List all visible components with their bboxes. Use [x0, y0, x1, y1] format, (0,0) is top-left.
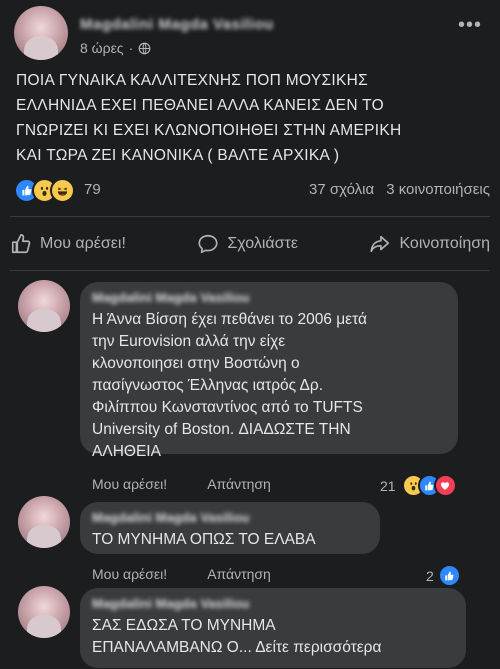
- comment-text-line[interactable]: ΕΠΑΝΑΛΑΜΒΑΝΩ Ο... Δείτε περισσότερα: [92, 637, 454, 659]
- comment-button[interactable]: Σχολιάστε: [197, 226, 298, 262]
- comment-reaction-count: 21: [380, 477, 396, 494]
- post-action-bar: Μου αρέσει! Σχολιάστε Κοινοποίηση: [0, 226, 500, 262]
- haha-reaction-icon: [50, 178, 75, 203]
- comment-bubble-icon: [198, 234, 218, 254]
- comment-text-line: κλονοποιησει στην Βοστώνη ο: [92, 355, 300, 372]
- post-meta: 8 ώρες ·: [80, 40, 151, 56]
- comment-text-line: πασίγνωστος Έλληνας ιατρός Δρ.: [92, 377, 324, 394]
- avatar[interactable]: [18, 586, 70, 638]
- comment-bubble: Magdalini Magda Vasiliou ΣΑΣ ΕΔΩΣΑ ΤΟ ΜΥ…: [80, 588, 466, 668]
- share-button[interactable]: Κοινοποίηση: [369, 226, 490, 262]
- like-button-label: Μου αρέσει!: [40, 235, 126, 252]
- share-button-label: Κοινοποίηση: [399, 235, 490, 252]
- like-button[interactable]: Μου αρέσει!: [10, 226, 126, 262]
- comment-bubble: Magdalini Magda Vasiliou Η Άννα Βίσση έχ…: [80, 282, 458, 460]
- comment-text-line: ΣΑΣ ΕΔΩΣΑ ΤΟ ΜΥΝΗΜΑ: [92, 617, 276, 634]
- reaction-count[interactable]: 79: [84, 181, 101, 198]
- divider: [10, 270, 490, 271]
- avatar[interactable]: [14, 6, 68, 60]
- comment-bubble: Magdalini Magda Vasiliou ΤΟ ΜΥΝΗΜΑ ΟΠΩΣ …: [80, 502, 380, 554]
- meta-separator: ·: [128, 40, 134, 56]
- comment-reaction-count: 2: [426, 567, 434, 584]
- post-text-line: ΠΟΙΑ ΓΥΝΑΙΚΑ ΚΑΛΛΙΤΕΧΝΗΣ ΠΟΠ ΜΟΥΣΙΚΗΣ: [16, 72, 368, 89]
- comment-text-line: University of Boston. ΔΙΑΔΩΣΤΕ ΤΗΝ: [92, 421, 351, 438]
- comment-actions: Μου αρέσει! Απάντηση: [92, 476, 271, 492]
- post-text-line: ΚΑΙ ΤΩΡΑ ΖΕΙ ΚΑΝΟΝΙΚΑ ( ΒΑΛΤΕ ΑΡΧΙΚΑ ): [16, 147, 340, 164]
- shares-count[interactable]: 3 κοινοποιήσεις: [386, 181, 490, 198]
- comment-reactions[interactable]: 21: [380, 474, 457, 497]
- comment-text-line: ΤΟ ΜΥΝΗΜΑ ΟΠΩΣ ΤΟ ΕΛΑΒΑ: [92, 531, 316, 548]
- comment-reply-link[interactable]: Απάντηση: [207, 476, 271, 492]
- comment-text-line: Η Άννα Βίσση έχει πεθάνει το 2006 μετά: [92, 311, 367, 328]
- comment-like-link[interactable]: Μου αρέσει!: [92, 476, 167, 492]
- comment-author-name[interactable]: Magdalini Magda Vasiliou: [92, 290, 446, 305]
- comment-text: Η Άννα Βίσση έχει πεθάνει το 2006 μετά τ…: [92, 309, 446, 463]
- post-author-name[interactable]: Magdalini Magda Vasiliou: [80, 16, 274, 33]
- comments-count[interactable]: 37 σχόλια: [309, 181, 374, 198]
- post-stats: 37 σχόλια 3 κοινοποιήσεις: [309, 181, 490, 198]
- comment-author-name[interactable]: Magdalini Magda Vasiliou: [92, 510, 368, 525]
- comment-text-line: Φιλίππου Κωνσταντίνος από το TUFTS: [92, 399, 363, 416]
- comment-text: ΣΑΣ ΕΔΩΣΑ ΤΟ ΜΥΝΗΜΑ ΕΠΑΝΑΛΑΜΒΑΝΩ Ο... Δε…: [92, 615, 454, 659]
- post-text-line: ΕΛΛΗΝΙΔΑ ΕΧΕΙ ΠΕΘΑΝΕΙ ΑΛΛΑ ΚΑΝΕΙΣ ΔΕΝ ΤΟ: [16, 97, 384, 114]
- thumbs-up-icon: [11, 234, 31, 254]
- more-options-icon[interactable]: •••: [458, 14, 482, 37]
- like-reaction-icon: [437, 564, 461, 587]
- reaction-icons[interactable]: [14, 178, 75, 203]
- comment-button-label: Σχολιάστε: [227, 235, 298, 252]
- post-header: Magdalini Magda Vasiliou 8 ώρες · •••: [14, 6, 486, 64]
- globe-icon: [138, 42, 151, 54]
- reactions-summary: 79 37 σχόλια 3 κοινοποιήσεις: [14, 178, 490, 204]
- comment-text: ΤΟ ΜΥΝΗΜΑ ΟΠΩΣ ΤΟ ΕΛΑΒΑ: [92, 529, 368, 551]
- post-text-line: ΓΝΩΡΙΖΕΙ ΚΙ ΕΧΕΙ ΚΛΩΝΟΠΟΙΗΘΕΙ ΣΤΗΝ ΑΜΕΡΙ…: [16, 122, 402, 139]
- love-reaction-icon: [433, 474, 457, 497]
- comment-like-link[interactable]: Μου αρέσει!: [92, 566, 167, 582]
- comment-text-line: ΑΛΗΘΕΙΑ: [92, 443, 161, 460]
- comment-actions: Μου αρέσει! Απάντηση: [92, 566, 271, 582]
- comment-reactions[interactable]: 2: [426, 564, 461, 587]
- comment-text-line: την Eurovision αλλά την είχε: [92, 333, 286, 350]
- divider: [10, 216, 490, 217]
- avatar[interactable]: [18, 496, 70, 548]
- post-timestamp[interactable]: 8 ώρες: [80, 40, 124, 56]
- post-text: ΠΟΙΑ ΓΥΝΑΙΚΑ ΚΑΛΛΙΤΕΧΝΗΣ ΠΟΠ ΜΟΥΣΙΚΗΣ ΕΛ…: [16, 68, 486, 168]
- avatar[interactable]: [18, 280, 70, 332]
- comment-reply-link[interactable]: Απάντηση: [207, 566, 271, 582]
- comment-author-name[interactable]: Magdalini Magda Vasiliou: [92, 596, 454, 611]
- share-arrow-icon: [370, 235, 390, 253]
